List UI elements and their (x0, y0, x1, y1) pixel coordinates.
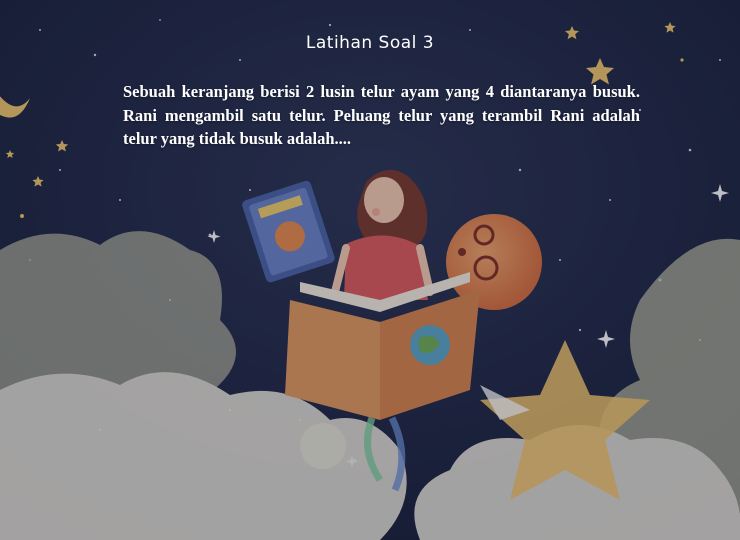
slide-title: Latihan Soal 3 (305, 33, 435, 53)
question-text: Sebuah keranjang berisi 2 lusin telur ay… (123, 82, 640, 148)
